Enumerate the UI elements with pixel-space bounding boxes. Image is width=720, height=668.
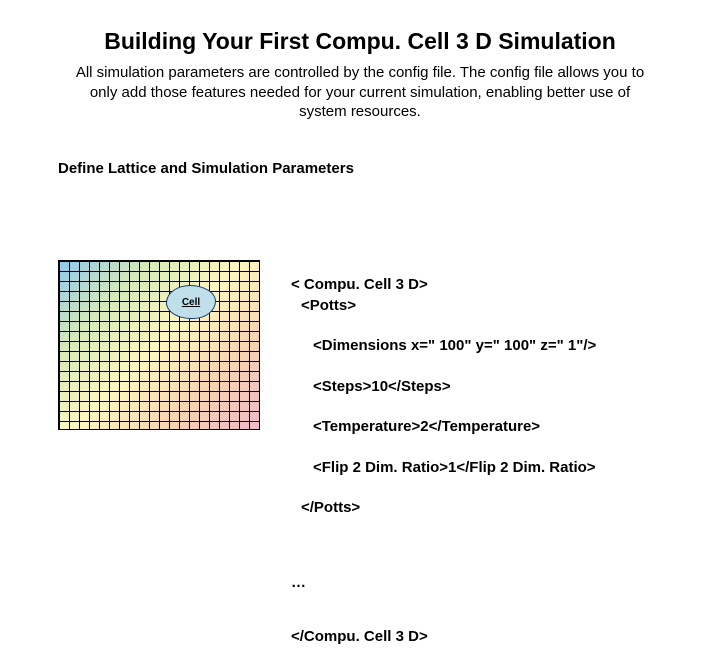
xml-line: …: [291, 574, 306, 591]
xml-config-block: < Compu. Cell 3 D> <Potts> <Dimensions x…: [291, 255, 596, 668]
cell-label: Cell: [182, 297, 200, 308]
xml-line: < Compu. Cell 3 D>: [291, 276, 428, 293]
xml-line: </Potts>: [291, 498, 596, 518]
xml-line: <Temperature>2</Temperature>: [291, 417, 596, 437]
slide-title: Building Your First Compu. Cell 3 D Simu…: [0, 0, 720, 63]
section-header: Define Lattice and Simulation Parameters: [0, 122, 720, 177]
xml-line: </Compu. Cell 3 D>: [291, 628, 428, 645]
xml-line: <Potts>: [291, 296, 596, 316]
lattice-background: [58, 260, 260, 430]
lattice-grid-lines: [59, 261, 259, 429]
content-row: Cell < Compu. Cell 3 D> <Potts> <Dimensi…: [58, 255, 680, 668]
xml-line: <Steps>10</Steps>: [291, 377, 596, 397]
xml-line: <Flip 2 Dim. Ratio>1</Flip 2 Dim. Ratio>: [291, 458, 596, 478]
cell-blob: Cell: [166, 285, 216, 319]
lattice-diagram: Cell: [58, 255, 263, 430]
intro-paragraph: All simulation parameters are controlled…: [0, 63, 720, 122]
xml-line: <Dimensions x=" 100" y=" 100" z=" 1"/>: [291, 336, 596, 356]
